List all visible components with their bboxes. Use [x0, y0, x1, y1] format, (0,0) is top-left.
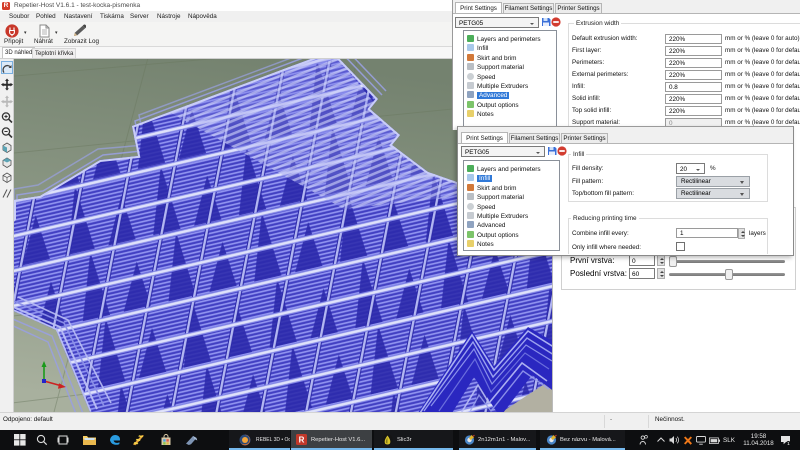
svg-text:R: R — [299, 436, 305, 445]
svg-text:1: 1 — [787, 441, 790, 446]
